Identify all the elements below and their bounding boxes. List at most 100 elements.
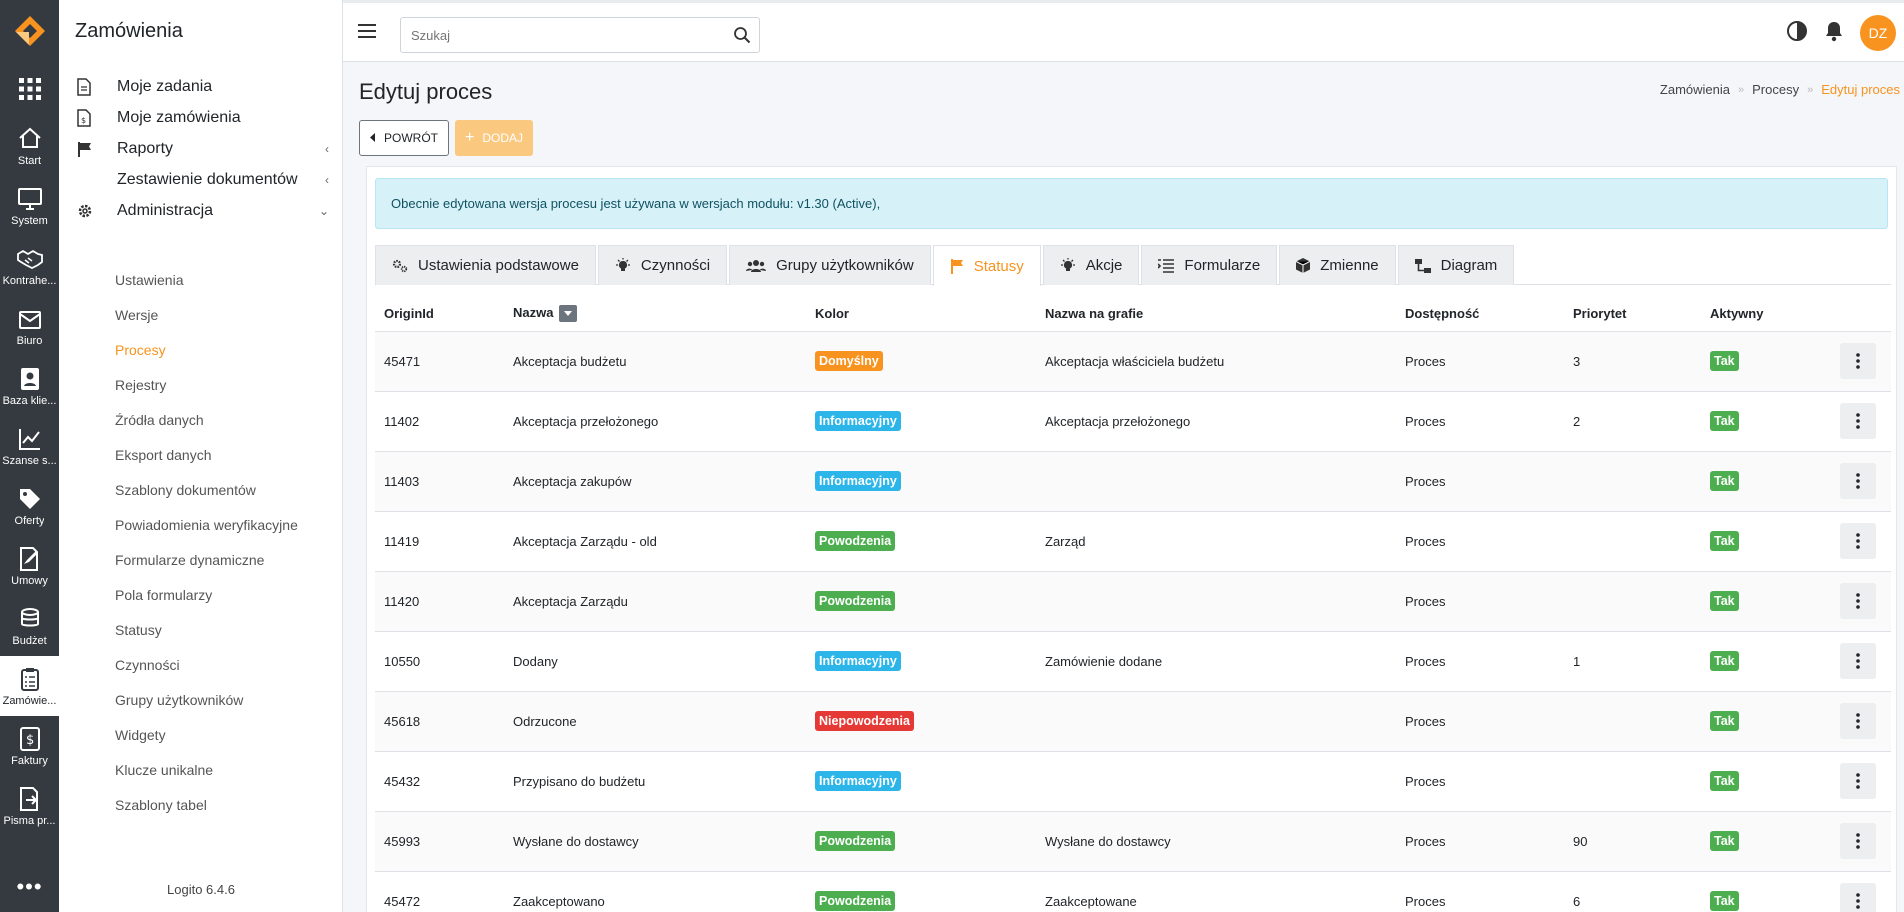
color-badge: Informacyjny — [815, 771, 901, 791]
rail-item-7[interactable]: Umowy — [0, 536, 59, 596]
table-row[interactable]: 45432 Przypisano do budżetu Informacyjny Pr… — [375, 751, 1891, 812]
rail-item-0[interactable]: Start — [0, 116, 59, 176]
row-actions-kebab-icon[interactable] — [1840, 643, 1876, 679]
cell-name: Akceptacja Zarządu - old — [504, 511, 806, 572]
tab-diagram[interactable]: Diagram — [1397, 245, 1515, 285]
menu-item-reports[interactable]: Raporty ‹ — [77, 134, 337, 164]
column-header-originid[interactable]: OriginId — [375, 297, 504, 332]
table-row[interactable]: 45471 Akceptacja budżetu Domyślny Akceptacj… — [375, 331, 1891, 392]
submenu-item[interactable]: Formularze dynamiczne — [115, 552, 264, 568]
submenu-item[interactable]: Ustawienia — [115, 272, 183, 288]
logo[interactable] — [0, 0, 59, 62]
back-button[interactable]: POWRÓT — [359, 120, 449, 156]
table-row[interactable]: 11402 Akceptacja przełożonego Informacyjny… — [375, 391, 1891, 452]
contact-icon — [20, 367, 39, 390]
rail-item-10[interactable]: $ Faktury — [0, 716, 59, 776]
submenu-item[interactable]: Statusy — [115, 622, 162, 638]
cell-priority: 6 — [1564, 871, 1701, 912]
more-icon[interactable]: ••• — [0, 874, 59, 900]
module-title: Zamówienia — [75, 20, 183, 42]
color-badge: Powodzenia — [815, 891, 896, 911]
table-row[interactable]: 11419 Akceptacja Zarządu - old Powodzenia Z… — [375, 511, 1891, 572]
submenu-item[interactable]: Procesy — [115, 342, 166, 358]
tab-czynności[interactable]: Czynności — [597, 245, 728, 285]
tab-grupy-użytkowników[interactable]: Grupy użytkowników — [729, 245, 931, 285]
submenu-item[interactable]: Pola formularzy — [115, 587, 212, 603]
submenu-item[interactable]: Czynności — [115, 657, 180, 673]
submenu-item[interactable]: Grupy użytkowników — [115, 692, 243, 708]
menu-item-my-orders[interactable]: $ Moje zamówienia — [77, 103, 337, 133]
tab-formularze[interactable]: Formularze — [1141, 245, 1278, 285]
cell-availability: Proces — [1396, 391, 1564, 452]
cell-name: Dodany — [504, 631, 806, 692]
row-actions-kebab-icon[interactable] — [1840, 583, 1876, 619]
breadcrumb-item-orders[interactable]: Zamówienia — [1660, 82, 1730, 97]
process-card: Obecnie edytowana wersja procesu jest uż… — [366, 166, 1897, 912]
search-icon[interactable] — [733, 26, 751, 49]
menu-item-my-tasks[interactable]: Moje zadania — [77, 72, 337, 102]
hamburger-menu-icon[interactable] — [358, 23, 376, 44]
apps-grid-icon[interactable] — [0, 62, 59, 116]
cell-priority: 90 — [1564, 811, 1701, 872]
row-actions-kebab-icon[interactable] — [1840, 703, 1876, 739]
tab-ustawienia-podstawowe[interactable]: Ustawienia podstawowe — [375, 245, 596, 285]
rail-item-5[interactable]: Szanse s... — [0, 416, 59, 476]
submenu-item[interactable]: Rejestry — [115, 377, 166, 393]
row-actions-kebab-icon[interactable] — [1840, 763, 1876, 799]
submenu-item[interactable]: Klucze unikalne — [115, 762, 213, 778]
table-row[interactable]: 45472 Zaakceptowano Powodzenia Zaakceptowan… — [375, 871, 1891, 912]
column-header-name[interactable]: Nazwa — [504, 297, 806, 332]
rail-item-4[interactable]: Baza klie... — [0, 356, 59, 416]
row-actions-kebab-icon[interactable] — [1840, 883, 1876, 912]
column-header-availability[interactable]: Dostępność — [1396, 297, 1564, 332]
submenu-item[interactable]: Źródła danych — [115, 412, 204, 428]
document-icon — [77, 78, 117, 96]
breadcrumb-item-processes[interactable]: Procesy — [1752, 82, 1799, 97]
menu-item-document-summary[interactable]: Zestawienie dokumentów ‹ — [77, 165, 337, 195]
column-header-color[interactable]: Kolor — [806, 297, 1036, 332]
submenu-item[interactable]: Powiadomienia weryfikacyjne — [115, 517, 298, 533]
rail-item-9[interactable]: Zamówie... — [0, 656, 59, 716]
rail-item-2[interactable]: Kontrahe... — [0, 236, 59, 296]
table-row[interactable]: 45993 Wysłane do dostawcy Powodzenia Wysłan… — [375, 811, 1891, 872]
row-actions-kebab-icon[interactable] — [1840, 403, 1876, 439]
submenu-item[interactable]: Widgety — [115, 727, 166, 743]
tab-label: Formularze — [1184, 257, 1261, 274]
tab-akcje[interactable]: Akcje — [1042, 245, 1140, 285]
search-input[interactable] — [401, 18, 701, 52]
add-button[interactable]: + DODAJ — [455, 120, 534, 156]
submenu-item[interactable]: Szablony dokumentów — [115, 482, 256, 498]
submenu-item[interactable]: Szablony tabel — [115, 797, 207, 813]
row-actions-kebab-icon[interactable] — [1840, 523, 1876, 559]
column-header-graph-name[interactable]: Nazwa na grafie — [1036, 297, 1396, 332]
cell-name: Akceptacja budżetu — [504, 331, 806, 392]
rail-item-6[interactable]: Oferty — [0, 476, 59, 536]
flag-icon — [77, 141, 117, 157]
user-avatar[interactable]: DZ — [1860, 15, 1896, 51]
row-actions-kebab-icon[interactable] — [1840, 823, 1876, 859]
theme-toggle-icon[interactable] — [1786, 20, 1808, 47]
menu-item-administration[interactable]: Administracja ⌄ — [77, 196, 337, 226]
app-version: Logito 6.4.6 — [167, 882, 235, 897]
rail-item-1[interactable]: System — [0, 176, 59, 236]
rail-item-3[interactable]: Biuro — [0, 296, 59, 356]
column-header-priority[interactable]: Priorytet — [1564, 297, 1701, 332]
table-row[interactable]: 11420 Akceptacja Zarządu Powodzenia Proces T… — [375, 571, 1891, 632]
bell-icon[interactable] — [1824, 20, 1844, 47]
submenu-item[interactable]: Eksport danych — [115, 447, 212, 463]
column-header-active[interactable]: Aktywny — [1701, 297, 1831, 332]
rail-item-label: Oferty — [14, 514, 45, 527]
table-row[interactable]: 45618 Odrzucone Niepowodzenia Proces Tak — [375, 691, 1891, 752]
submenu-item[interactable]: Wersje — [115, 307, 158, 323]
active-badge: Tak — [1710, 471, 1739, 491]
rail-item-8[interactable]: Budżet — [0, 596, 59, 656]
rail-item-11[interactable]: Pisma pr... — [0, 776, 59, 836]
sort-dropdown-icon[interactable] — [559, 305, 578, 323]
tab-zmienne[interactable]: Zmienne — [1279, 245, 1396, 285]
table-row[interactable]: 11403 Akceptacja zakupów Informacyjny Proce… — [375, 451, 1891, 512]
tab-statusy[interactable]: Statusy — [932, 245, 1041, 286]
breadcrumb: Zamówienia » Procesy » Edytuj proces — [1660, 82, 1900, 97]
row-actions-kebab-icon[interactable] — [1840, 343, 1876, 379]
table-row[interactable]: 10550 Dodany Informacyjny Zamówienie dodane… — [375, 631, 1891, 692]
row-actions-kebab-icon[interactable] — [1840, 463, 1876, 499]
